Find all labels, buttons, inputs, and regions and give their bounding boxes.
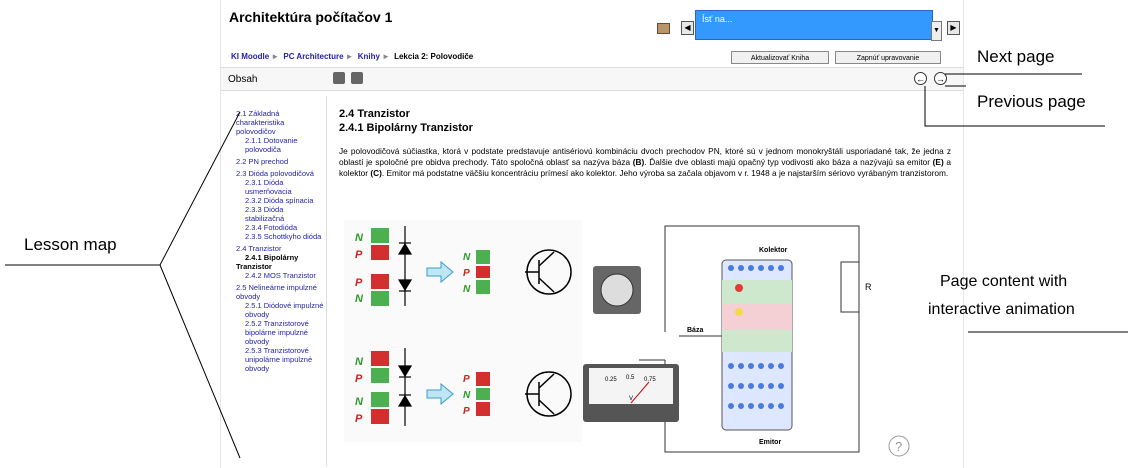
lesson-map-callout: Lesson map bbox=[24, 235, 117, 254]
next-page-callout: Next page bbox=[977, 47, 1055, 66]
page-content-callout-line2: interactive animation bbox=[928, 301, 1075, 318]
previous-page-callout: Previous page bbox=[977, 92, 1086, 111]
page-content-callout: Page content with bbox=[940, 273, 1068, 290]
annotation-lines bbox=[5, 73, 1128, 459]
